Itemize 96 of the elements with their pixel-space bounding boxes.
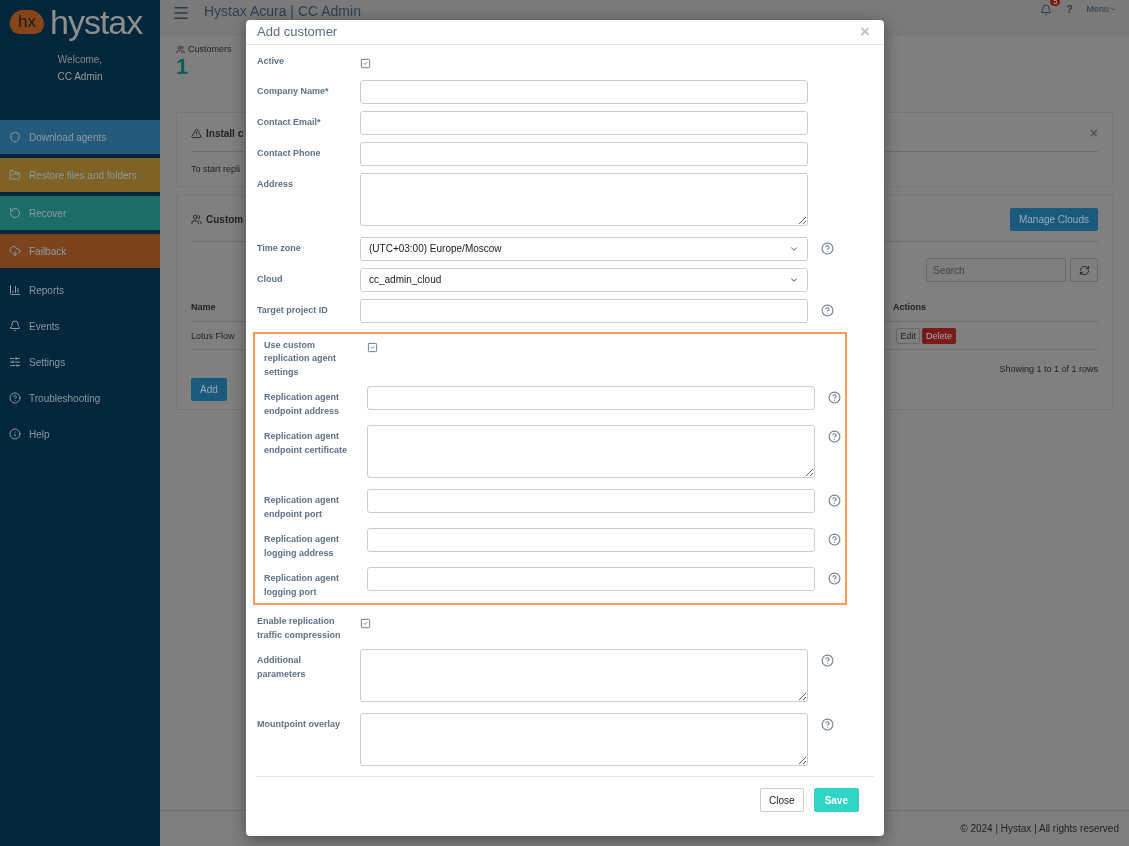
text-field[interactable] bbox=[360, 110, 808, 135]
field-label: Time zone bbox=[257, 241, 302, 255]
help-icon[interactable] bbox=[828, 533, 841, 546]
checkbox[interactable] bbox=[360, 618, 371, 629]
column-header: Actions bbox=[893, 301, 926, 312]
text-field[interactable] bbox=[360, 298, 808, 323]
cloud-download-icon bbox=[9, 245, 21, 257]
select-field[interactable]: cc_admin_cloud bbox=[360, 267, 808, 292]
field-label: Contact Phone bbox=[257, 146, 322, 160]
help-icon[interactable] bbox=[821, 303, 834, 317]
field-label: Target project ID bbox=[257, 303, 329, 317]
text-area[interactable] bbox=[367, 425, 815, 478]
field-label: Replication agent endpoint address bbox=[264, 391, 340, 418]
field-label: Replication agent logging address bbox=[264, 533, 340, 560]
users-icon bbox=[176, 44, 185, 54]
select-field[interactable]: (UTC+03:00) Europe/Moscow bbox=[360, 236, 808, 261]
help-icon[interactable] bbox=[828, 572, 841, 585]
stat-label: Customers bbox=[188, 44, 232, 54]
table-cell: Lotus Flow bbox=[191, 330, 235, 341]
text-field[interactable] bbox=[360, 79, 808, 104]
column-header: Name bbox=[191, 301, 216, 312]
add-button[interactable]: Add bbox=[191, 378, 227, 401]
question-icon bbox=[9, 392, 21, 404]
info-icon bbox=[9, 428, 21, 440]
field-label: Replication agent logging port bbox=[264, 572, 340, 599]
text-field[interactable] bbox=[367, 528, 815, 552]
folder-icon bbox=[9, 169, 21, 181]
nav-item[interactable]: Events bbox=[0, 308, 160, 344]
refresh-icon bbox=[1078, 264, 1090, 276]
refresh-button[interactable] bbox=[1070, 258, 1098, 282]
nav-item[interactable]: Troubleshooting bbox=[0, 380, 160, 416]
welcome-text: Welcome, bbox=[56, 54, 104, 65]
manage-clouds-button[interactable]: Manage Clouds bbox=[1009, 208, 1098, 231]
shield-icon bbox=[9, 131, 21, 143]
save-button[interactable]: Save bbox=[813, 788, 859, 812]
panel-title: Install c bbox=[206, 127, 244, 139]
delete-button[interactable]: Delete bbox=[922, 327, 956, 344]
nav-item[interactable]: Restore files and folders bbox=[0, 158, 160, 192]
warning-icon bbox=[191, 127, 202, 139]
text-field[interactable] bbox=[367, 386, 815, 410]
undo-icon bbox=[9, 207, 21, 219]
menu-icon[interactable] bbox=[172, 4, 190, 22]
checkbox[interactable] bbox=[367, 341, 378, 353]
field-label: Use custom replication agent settings bbox=[264, 338, 337, 379]
nav-item[interactable]: Help bbox=[0, 416, 160, 452]
help-icon[interactable] bbox=[821, 718, 834, 731]
edit-button[interactable]: Edit bbox=[896, 327, 920, 344]
field-label: Mountpoint overlay bbox=[257, 718, 341, 731]
field-label: Additional parameters bbox=[257, 654, 307, 681]
text-field[interactable] bbox=[367, 567, 815, 591]
close-button[interactable]: × bbox=[860, 23, 870, 41]
pagination-text: Showing 1 to 1 of 1 rows bbox=[999, 363, 1098, 376]
stat-value: 1 bbox=[176, 54, 189, 80]
field-label: Contact Email* bbox=[257, 115, 322, 129]
logo-mark: hx bbox=[10, 10, 44, 34]
bell-icon bbox=[9, 320, 21, 332]
panel-text: To start repli bbox=[191, 163, 241, 176]
field-label: Cloud bbox=[257, 272, 284, 286]
nav-item[interactable]: Reports bbox=[0, 272, 160, 308]
caret-icon bbox=[1109, 5, 1117, 13]
bar-chart-icon bbox=[9, 284, 21, 296]
footer-text: © 2024 | Hystax | All rights reserved bbox=[960, 823, 1119, 834]
search-field[interactable]: Search bbox=[926, 258, 1066, 282]
text-area[interactable] bbox=[360, 172, 808, 226]
field-label: Active bbox=[257, 54, 285, 68]
nav-item[interactable]: Download agents bbox=[0, 120, 160, 154]
help-link[interactable]: ? bbox=[1066, 4, 1073, 15]
dialog-title: Add customer bbox=[257, 24, 338, 40]
help-icon[interactable] bbox=[828, 494, 841, 507]
panel-title: Custom bbox=[206, 214, 244, 225]
field-label: Company Name* bbox=[257, 84, 330, 98]
users-icon bbox=[191, 214, 202, 225]
text-field[interactable] bbox=[360, 141, 808, 166]
field-label: Enable replication traffic compression bbox=[257, 615, 342, 642]
bell-icon[interactable] bbox=[1040, 4, 1053, 16]
help-icon[interactable] bbox=[821, 654, 834, 667]
help-icon[interactable] bbox=[828, 430, 841, 443]
field-label: Address bbox=[257, 177, 294, 191]
app-title: Hystax Acura | CC Admin bbox=[204, 4, 362, 18]
text-area[interactable] bbox=[360, 713, 808, 766]
close-icon[interactable]: × bbox=[1089, 125, 1098, 141]
field-label: Replication agent endpoint port bbox=[264, 494, 340, 521]
sliders-icon bbox=[9, 356, 21, 368]
nav-item[interactable]: Failback bbox=[0, 234, 160, 268]
menu-dropdown[interactable]: Menu bbox=[1086, 4, 1117, 14]
field-label: Replication agent endpoint certificate bbox=[264, 430, 348, 457]
close-button[interactable]: Close bbox=[760, 788, 804, 812]
user-name: CC Admin bbox=[56, 71, 104, 82]
help-icon[interactable] bbox=[821, 241, 834, 255]
logo-text: hystax bbox=[49, 5, 143, 39]
help-icon[interactable] bbox=[828, 391, 841, 404]
text-area[interactable] bbox=[360, 649, 808, 702]
text-field[interactable] bbox=[367, 489, 815, 513]
nav-item[interactable]: Recover bbox=[0, 196, 160, 230]
checkbox[interactable] bbox=[360, 57, 371, 69]
nav-item[interactable]: Settings bbox=[0, 344, 160, 380]
